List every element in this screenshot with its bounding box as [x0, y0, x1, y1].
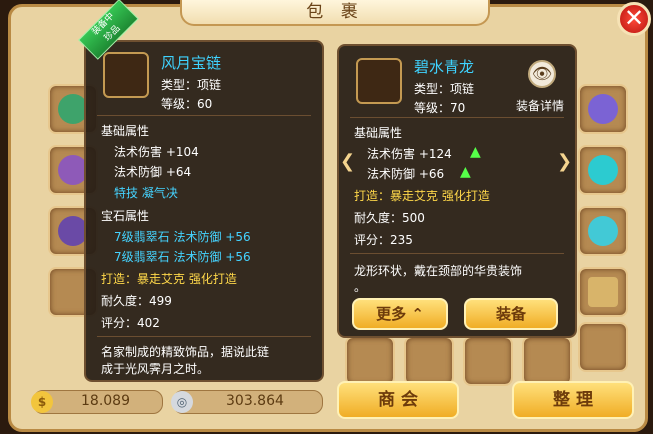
forge-info: 打造：暴走艾克 强化打造 [101, 272, 237, 286]
divider [350, 253, 564, 254]
up-arrow-icon: ▲ [470, 144, 481, 160]
inventory-slot[interactable] [463, 336, 513, 386]
sort-button[interactable]: 整 理 [512, 381, 634, 419]
score: 评分：402 [101, 316, 160, 330]
inventory-slot[interactable] [578, 322, 628, 372]
compare-item-name: 碧水青龙 [414, 58, 475, 76]
base-attrs-title: 基础属性 [354, 126, 403, 140]
item-icon [588, 277, 618, 307]
base-attr: 法术防御 +66 [367, 167, 445, 181]
window-title: 包 裹 [306, 2, 364, 22]
window-title-bar: 包 裹 [180, 0, 490, 26]
equipped-item-name: 风月宝链 [161, 54, 222, 72]
gem-attrs-title: 宝石属性 [101, 209, 150, 223]
equip-button[interactable]: 装备 [464, 298, 558, 330]
equipped-item-icon [103, 52, 149, 98]
gem-attr: 7级翡翠石 法术防御 +56 [114, 230, 251, 244]
chevron-up-icon: ⌃ [411, 305, 424, 323]
compare-item-type: 类型：项链 [414, 82, 475, 96]
close-button[interactable]: ✕ [617, 2, 651, 36]
compare-item-icon [356, 58, 402, 104]
shop-button[interactable]: 商 会 [337, 381, 459, 419]
score: 评分：235 [354, 233, 413, 247]
durability: 耐久度：499 [101, 294, 172, 308]
base-attr: 法术防御 +64 [114, 165, 192, 179]
silver-amount: 303.864 [226, 393, 284, 409]
base-attr: 法术伤害 +124 [367, 147, 452, 161]
base-attr: 法术伤害 +104 [114, 145, 199, 159]
inventory-slot[interactable] [522, 336, 572, 386]
more-button[interactable]: 更多 ⌃ [352, 298, 448, 330]
chevron-left-icon[interactable]: ❮ [340, 151, 355, 172]
detail-link[interactable]: 装备详情 [516, 97, 564, 114]
inventory-slot[interactable] [404, 336, 454, 386]
inventory-slot[interactable] [578, 206, 628, 256]
special-skill: 特技 凝气决 [114, 186, 178, 200]
item-description: 名家制成的精致饰品，据说此链 [101, 345, 270, 359]
divider [97, 336, 311, 337]
item-description: 。 [354, 280, 367, 294]
durability: 耐久度：500 [354, 211, 425, 225]
forge-info: 打造：暴走艾克 强化打造 [354, 189, 490, 203]
inventory-slot[interactable] [578, 84, 628, 134]
chevron-right-icon[interactable]: ❯ [557, 151, 572, 172]
gem-attr: 7级翡翠石 法术防御 +56 [114, 250, 251, 264]
compare-item-level: 等级：70 [414, 101, 466, 115]
inventory-slot[interactable] [345, 336, 395, 386]
item-icon [588, 216, 618, 246]
equipped-item-type: 类型：项链 [161, 78, 222, 92]
item-icon [588, 94, 618, 124]
divider [350, 117, 564, 118]
up-arrow-icon: ▲ [460, 164, 471, 180]
equipped-item-level: 等级：60 [161, 97, 213, 111]
item-description: 成于光风霁月之时。 [101, 362, 210, 376]
eye-icon[interactable]: 👁 [528, 60, 556, 88]
inventory-slot[interactable] [578, 145, 628, 195]
gold-coin-icon: $ [31, 391, 53, 413]
inventory-slot[interactable] [578, 267, 628, 317]
silver-coin-icon: ◎ [171, 391, 193, 413]
item-description: 龙形环状，戴在颈部的华贵装饰 [354, 264, 523, 278]
gold-amount: 18.089 [81, 393, 130, 409]
item-icon [588, 155, 618, 185]
base-attrs-title: 基础属性 [101, 124, 150, 138]
divider [97, 115, 311, 116]
close-icon: ✕ [623, 4, 645, 32]
